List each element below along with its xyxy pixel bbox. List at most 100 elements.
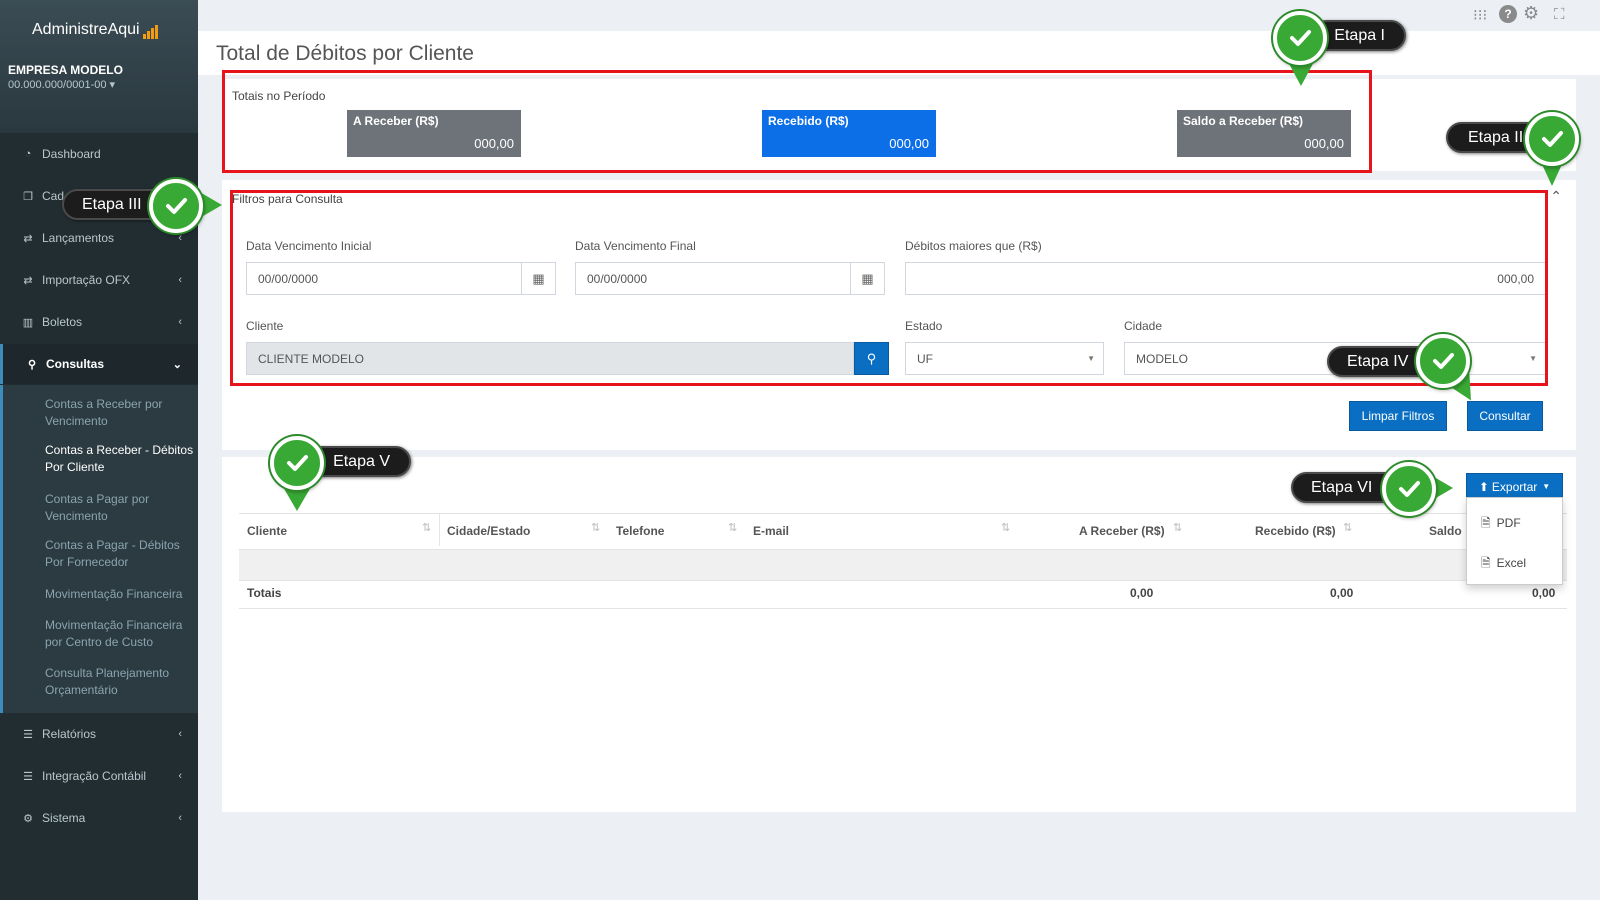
check-icon [1542,131,1563,147]
etapa3-check-badge [149,179,203,233]
check-icon [1399,481,1420,497]
search-icon: ⚲ [27,358,37,371]
excel-file-icon: 🗎 [1481,556,1491,570]
chevron-down-icon: ⌄ [172,358,182,371]
sidebar-item-label: Cad [42,189,65,203]
fullscreen-icon[interactable]: ⛶ [1554,6,1565,23]
dashboard-icon: ◔ [24,148,32,160]
chevron-left-icon: ‹ [178,274,182,286]
sort-icon[interactable]: ⇅ [591,521,600,534]
logo-bars-icon [142,21,159,39]
chevron-left-icon: ‹ [178,812,182,824]
app-logo[interactable]: AdministreAqui [32,21,159,39]
submenu-item[interactable]: Contas a Receber por Vencimento [45,396,195,430]
etapa4-check-badge [1416,334,1470,388]
etapa6-check-badge [1382,462,1436,516]
total-a-receber: 0,00 [1130,586,1154,600]
list-icon: ☰ [23,770,33,783]
copy-icon: ❐ [23,190,33,203]
check-icon [166,198,187,214]
column-divider [439,514,440,546]
sort-icon[interactable]: ⇅ [1173,521,1182,534]
total-recebido: 0,00 [1330,586,1354,600]
etapa2-check-badge [1525,112,1579,166]
sidebar-item-label: Consultas [46,357,105,371]
exportar-button[interactable]: ⬆ Exportar ▼ [1466,473,1563,500]
sidebar-item-label: Sistema [42,811,86,825]
table-row [239,549,1567,581]
consultar-button[interactable]: Consultar [1467,401,1543,431]
exportar-label: Exportar [1491,479,1538,494]
sidebar-header: AdministreAqui EMPRESA MODELO 00.000.000… [0,0,198,133]
check-icon [1290,30,1311,46]
sidebar-item-importacao-ofx[interactable]: ⇄ Importação OFX ‹ [0,260,198,300]
sidebar-item-sistema[interactable]: ⚙ Sistema ‹ [0,798,198,838]
callout-label: Etapa II [1468,128,1524,146]
chevron-left-icon: ‹ [178,770,182,782]
totals-row-label: Totais [247,586,282,600]
callout-label: Etapa I [1334,26,1385,44]
sidebar-item-label: Integração Contábil [42,769,147,783]
page-title: Total de Débitos por Cliente [216,42,474,65]
callout-label: Etapa IV [1347,352,1409,370]
col-header-a-receber[interactable]: A Receber (R$) [1079,524,1165,538]
sort-icon[interactable]: ⇅ [728,521,737,534]
col-header-email[interactable]: E-mail [753,524,789,538]
sidebar: AdministreAqui EMPRESA MODELO 00.000.000… [0,0,198,900]
help-icon[interactable]: ? [1499,5,1517,23]
upload-icon: ⬆ [1478,479,1489,494]
submenu-item[interactable]: Movimentação Financeira [45,586,195,603]
pdf-file-icon: 🗎 [1481,516,1491,530]
col-header-cidade-estado[interactable]: Cidade/Estado [447,524,530,538]
sidebar-item-relatorios[interactable]: ☰ Relatórios ‹ [0,714,198,754]
sort-icon[interactable]: ⇅ [1343,521,1352,534]
list-icon: ☰ [23,728,33,741]
badge-pointer [283,487,311,511]
sidebar-item-label: Relatórios [42,727,97,741]
apps-grid-icon[interactable]: ⁝⁝⁝ [1473,6,1487,24]
callout-label: Etapa III [82,195,142,213]
submenu-item-active[interactable]: Contas a Receber - Débitos Por Cliente [45,442,195,476]
option-label: Excel [1496,556,1526,570]
export-excel-option[interactable]: 🗎 Excel [1481,554,1526,575]
total-saldo: 0,00 [1532,586,1556,600]
chevron-left-icon: ‹ [178,728,182,740]
check-icon [287,455,308,471]
barcode-icon: ▥ [22,316,34,329]
col-header-cliente[interactable]: Cliente [247,524,287,538]
col-header-telefone[interactable]: Telefone [616,524,664,538]
consultas-submenu: Contas a Receber por Vencimento Contas a… [0,385,198,713]
chevron-left-icon: ‹ [178,232,182,244]
sidebar-item-integracao-contabil[interactable]: ☰ Integração Contábil ‹ [0,756,198,796]
chevron-left-icon: ‹ [178,316,182,328]
etapa1-highlight [222,70,1372,173]
col-header-recebido[interactable]: Recebido (R$) [1255,524,1336,538]
results-box [222,457,1576,812]
submenu-item[interactable]: Contas a Pagar por Vencimento [45,491,195,525]
export-pdf-option[interactable]: 🗎 PDF [1481,514,1521,535]
submenu-item[interactable]: Contas a Pagar - Débitos Por Fornecedor [45,537,195,571]
sort-icon[interactable]: ⇅ [422,521,431,534]
sidebar-item-label: Importação OFX [42,273,131,287]
submenu-item[interactable]: Consulta Planejamento Orçamentário [45,665,195,699]
export-dropdown: 🗎 PDF 🗎 Excel [1466,497,1563,585]
sidebar-item-label: Dashboard [42,147,101,161]
sidebar-item-consultas[interactable]: ⚲ Consultas ⌄ [0,344,198,384]
gear-icon[interactable]: ⚙ [1523,3,1539,24]
col-header-saldo[interactable]: Saldo [1429,524,1462,538]
callout-label: Etapa V [333,452,390,470]
cogs-icon: ⚙ [23,812,33,825]
collapse-chevron-icon[interactable]: ⌃ [1550,188,1562,205]
sidebar-item-dashboard[interactable]: ◔ Dashboard [0,134,198,174]
sidebar-item-boletos[interactable]: ▥ Boletos ‹ [0,302,198,342]
company-cnpj-selector[interactable]: 00.000.000/0001-00 ▾ [8,78,115,91]
etapa1-check-badge [1273,11,1327,65]
exchange-icon: ⇄ [23,274,33,287]
limpar-filtros-button[interactable]: Limpar Filtros [1349,401,1447,431]
sort-icon[interactable]: ⇅ [1001,521,1010,534]
submenu-item[interactable]: Movimentação Financeira por Centro de Cu… [45,617,195,651]
company-name: EMPRESA MODELO [8,63,123,77]
sidebar-item-label: Lançamentos [42,231,115,245]
callout-label: Etapa VI [1311,478,1373,496]
sidebar-item-label: Boletos [42,315,83,329]
